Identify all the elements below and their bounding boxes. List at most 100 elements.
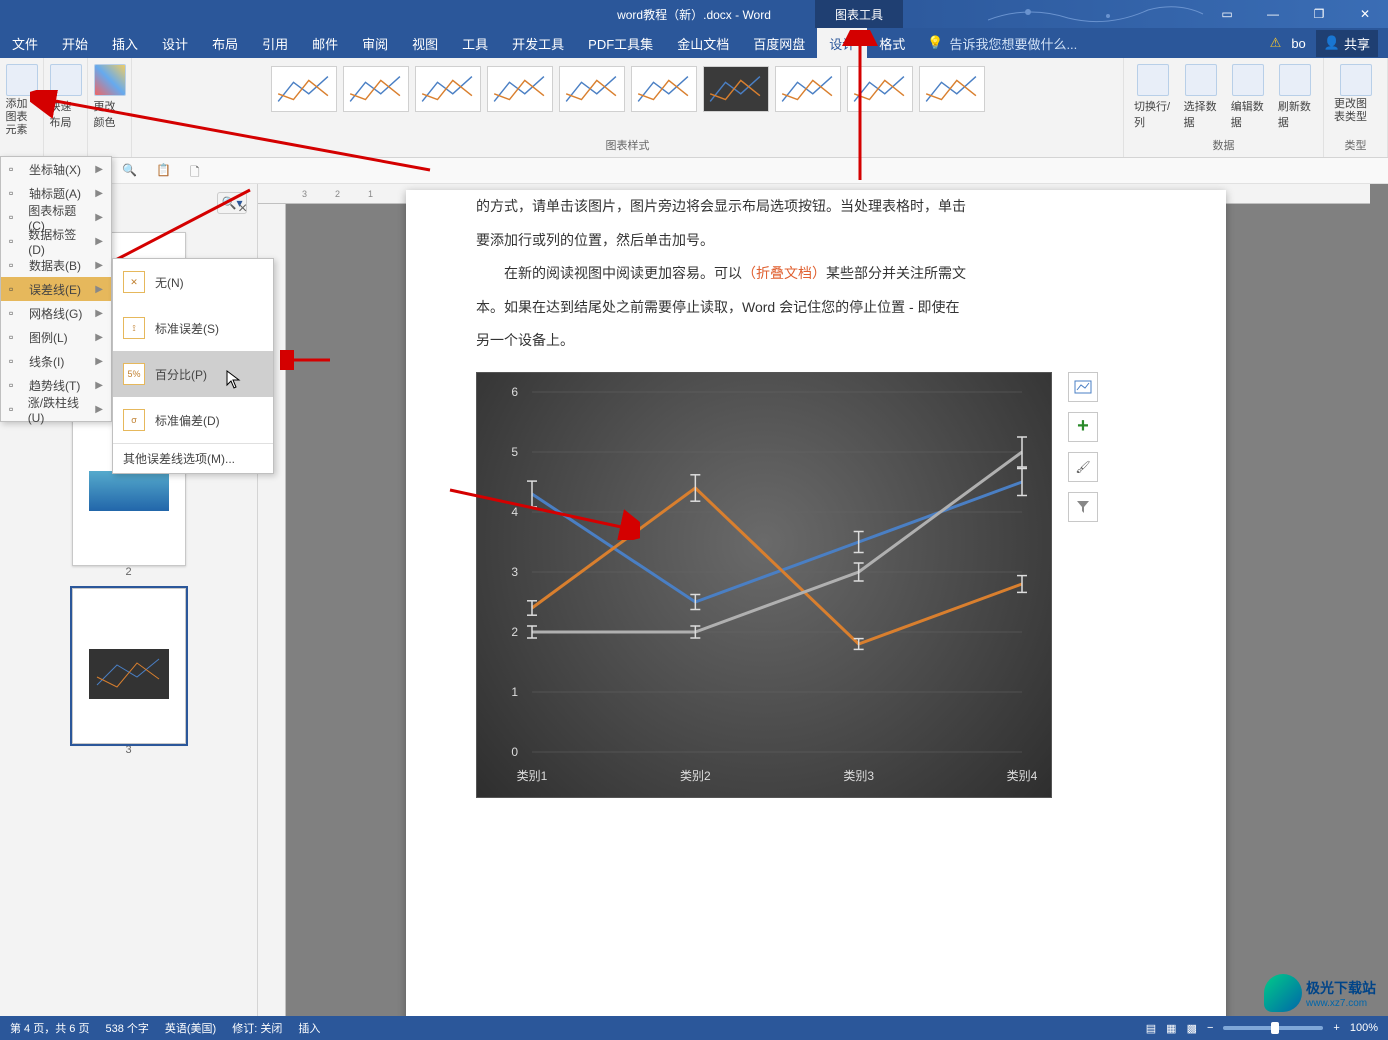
chart-style-thumb[interactable] — [631, 66, 697, 112]
chart-style-thumb[interactable] — [775, 66, 841, 112]
svg-text:3: 3 — [511, 565, 518, 579]
chart-style-thumb[interactable] — [415, 66, 481, 112]
chevron-right-icon: ▶ — [95, 188, 103, 199]
chart-tools-context-tab[interactable]: 图表工具 — [815, 0, 903, 28]
menu-lines[interactable]: ▫线条(I)▶ — [1, 349, 111, 373]
user-name[interactable]: bo — [1291, 36, 1305, 51]
chart-style-thumb[interactable] — [487, 66, 553, 112]
menu-error-bars[interactable]: ▫误差线(E)▶ — [1, 277, 111, 301]
nav-close-button[interactable]: × — [238, 200, 247, 218]
close-icon[interactable]: ✕ — [1342, 0, 1388, 28]
change-colors-icon — [94, 64, 126, 96]
status-page[interactable]: 第 4 页，共 6 页 — [10, 1020, 89, 1036]
status-language[interactable]: 英语(美国) — [165, 1020, 216, 1036]
switch-row-col-button[interactable]: 切换行/列 — [1130, 62, 1176, 132]
view-read-mode-icon[interactable]: ▤ — [1146, 1022, 1156, 1035]
chart-filter-button[interactable] — [1068, 492, 1098, 522]
clipboard-icon[interactable]: 📋 — [156, 163, 172, 179]
chevron-right-icon: ▶ — [95, 308, 103, 319]
menu-data-labels[interactable]: ▫数据标签(D)▶ — [1, 229, 111, 253]
attach-icon[interactable]: 🗋 — [190, 163, 206, 179]
chart-canvas: 0123456类别1类别2类别3类别4 — [476, 372, 1052, 798]
restore-icon[interactable]: ❐ — [1296, 0, 1342, 28]
lightbulb-icon: 💡 — [927, 35, 943, 51]
ribbon-display-options-icon[interactable]: ▭ — [1204, 0, 1250, 28]
document-area: 3211234567891011121314151617 的方式，请单击该图片，… — [258, 184, 1388, 1016]
status-insert-mode[interactable]: 插入 — [298, 1020, 320, 1036]
ribbon-tab-13[interactable]: 百度网盘 — [741, 28, 817, 58]
menu-axes[interactable]: ▫坐标轴(X)▶ — [1, 157, 111, 181]
zoom-icon[interactable]: 🔍 — [122, 163, 138, 179]
zoom-in-button[interactable]: + — [1333, 1022, 1339, 1034]
error-bars-standard-deviation[interactable]: σ 标准偏差(D) — [113, 397, 273, 443]
ribbon-tab-4[interactable]: 布局 — [200, 28, 250, 58]
zoom-slider[interactable] — [1223, 1026, 1323, 1030]
chevron-right-icon: ▶ — [95, 236, 103, 247]
ribbon-tab-1[interactable]: 开始 — [50, 28, 100, 58]
minimize-icon[interactable]: — — [1250, 0, 1296, 28]
add-chart-element-label: 添加图表元素 — [6, 98, 38, 138]
status-track-changes[interactable]: 修订: 关闭 — [232, 1020, 282, 1036]
chart-elements-button[interactable]: + — [1068, 412, 1098, 442]
edit-data-button[interactable]: 编辑数据 — [1227, 62, 1270, 132]
ribbon-tab-15[interactable]: 格式 — [867, 28, 917, 58]
quick-layout-button[interactable]: 快速布局 — [46, 62, 86, 132]
chart-style-thumb[interactable] — [343, 66, 409, 112]
error-bars-more-options[interactable]: 其他误差线选项(M)... — [113, 443, 273, 473]
view-print-layout-icon[interactable]: ▦ — [1166, 1022, 1176, 1035]
chart-style-thumb[interactable] — [919, 66, 985, 112]
menu-data-table[interactable]: ▫数据表(B)▶ — [1, 253, 111, 277]
embedded-chart[interactable]: 0123456类别1类别2类别3类别4 + 🖌 — [476, 372, 1052, 798]
svg-text:4: 4 — [511, 505, 518, 519]
tell-me-input[interactable]: 告诉我您想要做什么... — [949, 34, 1077, 53]
change-chart-type-button[interactable]: 更改图表类型 — [1330, 62, 1381, 126]
ribbon-tab-6[interactable]: 邮件 — [300, 28, 350, 58]
chart-styles-button[interactable]: 🖌 — [1068, 452, 1098, 482]
ribbon-tab-12[interactable]: 金山文档 — [665, 28, 741, 58]
error-bars-percentage[interactable]: 5% 百分比(P) — [113, 351, 273, 397]
ribbon-tab-5[interactable]: 引用 — [250, 28, 300, 58]
page-thumbnail[interactable] — [72, 588, 186, 744]
ribbon-tab-8[interactable]: 视图 — [400, 28, 450, 58]
ribbon-tab-10[interactable]: 开发工具 — [500, 28, 576, 58]
body-text: 在新的阅读视图中阅读更加容易。可以（折叠文档）某些部分并关注所需文 — [476, 257, 1156, 291]
zoom-out-button[interactable]: − — [1207, 1022, 1213, 1034]
add-chart-element-button[interactable]: 添加图表元素 — [2, 62, 42, 140]
select-data-icon — [1185, 64, 1217, 96]
select-data-button[interactable]: 选择数据 — [1180, 62, 1223, 132]
chart-style-thumb[interactable] — [271, 66, 337, 112]
chart-style-thumb[interactable] — [847, 66, 913, 112]
ribbon-tab-2[interactable]: 插入 — [100, 28, 150, 58]
ribbon-tab-3[interactable]: 设计 — [150, 28, 200, 58]
view-web-layout-icon[interactable]: ▩ — [1187, 1022, 1197, 1035]
ribbon-tab-0[interactable]: 文件 — [0, 28, 50, 58]
body-text: 要添加行或列的位置，然后单击加号。 — [476, 224, 1156, 258]
ribbon-tab-11[interactable]: PDF工具集 — [576, 28, 665, 58]
menu-updown-bars[interactable]: ▫涨/跌柱线(U)▶ — [1, 397, 111, 421]
chart-style-thumb[interactable] — [559, 66, 625, 112]
switch-rowcol-icon — [1137, 64, 1169, 96]
svg-text:类别2: 类别2 — [680, 769, 711, 783]
status-word-count[interactable]: 538 个字 — [105, 1020, 148, 1036]
chevron-right-icon: ▶ — [95, 380, 103, 391]
zoom-level[interactable]: 100% — [1350, 1022, 1378, 1034]
warning-icon[interactable]: ⚠ — [1270, 35, 1282, 51]
std-dev-icon: σ — [123, 409, 145, 431]
chart-layout-button[interactable] — [1068, 372, 1098, 402]
error-bars-standard-error[interactable]: ⟟ 标准误差(S) — [113, 305, 273, 351]
error-bars-none[interactable]: ✕ 无(N) — [113, 259, 273, 305]
refresh-data-icon — [1279, 64, 1311, 96]
type-group-label: 类型 — [1345, 137, 1367, 153]
ribbon-tab-7[interactable]: 审阅 — [350, 28, 400, 58]
share-button[interactable]: 👤共享 — [1316, 30, 1378, 57]
svg-text:类别1: 类别1 — [517, 769, 548, 783]
refresh-data-button[interactable]: 刷新数据 — [1274, 62, 1317, 132]
percent-icon: 5% — [123, 363, 145, 385]
menu-gridlines[interactable]: ▫网格线(G)▶ — [1, 301, 111, 325]
change-colors-button[interactable]: 更改颜色 — [90, 62, 130, 132]
chart-style-thumb[interactable] — [703, 66, 769, 112]
ribbon-tab-9[interactable]: 工具 — [450, 28, 500, 58]
menu-legend[interactable]: ▫图例(L)▶ — [1, 325, 111, 349]
ribbon-tab-14[interactable]: 设计 — [817, 28, 867, 58]
chart-styles-gallery[interactable] — [267, 62, 989, 137]
